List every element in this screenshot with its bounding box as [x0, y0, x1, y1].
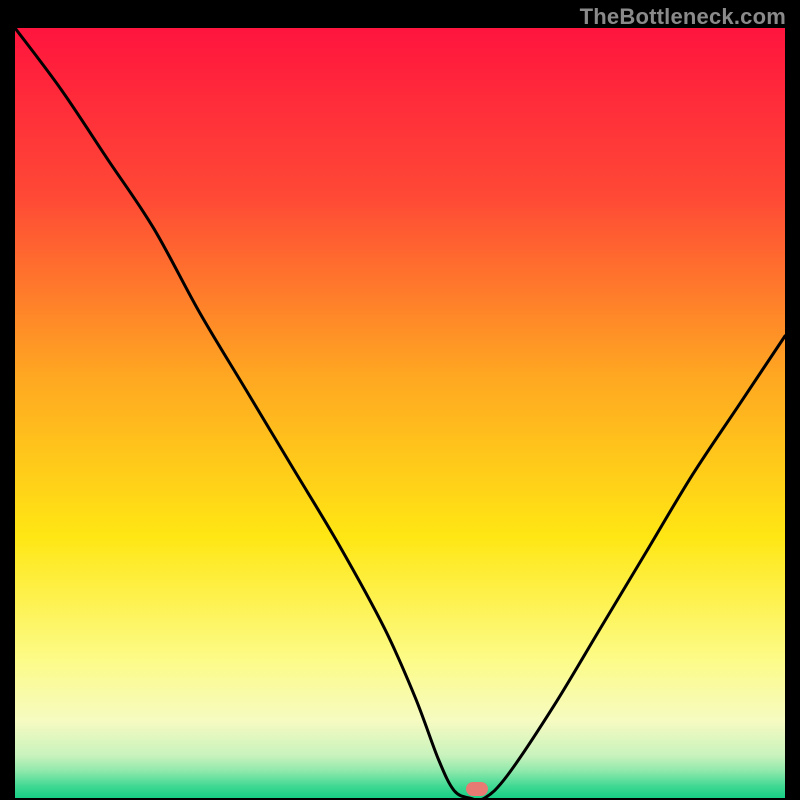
plot-area [15, 28, 785, 798]
chart-frame: TheBottleneck.com [0, 0, 800, 800]
watermark-text: TheBottleneck.com [580, 4, 786, 30]
optimal-point-marker [466, 782, 488, 796]
bottleneck-curve [15, 28, 785, 798]
